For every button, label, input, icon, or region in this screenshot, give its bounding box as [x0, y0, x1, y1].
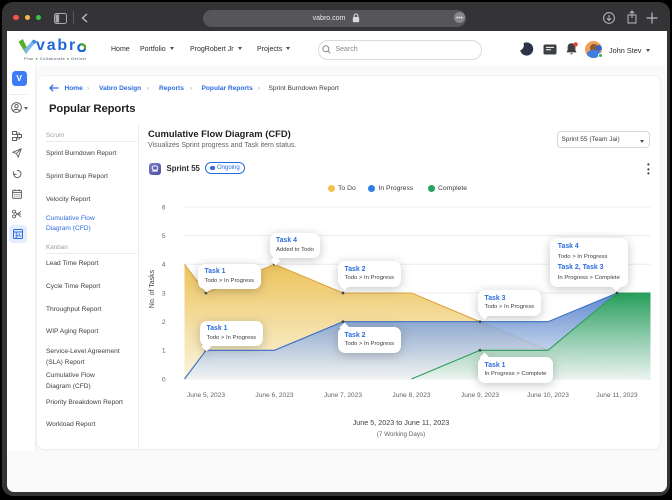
- svg-text:3: 3: [162, 290, 166, 297]
- svg-text:June 6, 2023: June 6, 2023: [255, 392, 293, 399]
- svg-text:June 5, 2023: June 5, 2023: [187, 392, 225, 399]
- svg-text:(7 Working Days): (7 Working Days): [377, 431, 426, 438]
- svg-text:June 7, 2023: June 7, 2023: [324, 392, 362, 399]
- svg-text:0: 0: [162, 376, 166, 383]
- svg-text:No. of Tasks: No. of Tasks: [149, 269, 156, 308]
- svg-text:June 10, 2023: June 10, 2023: [527, 392, 569, 399]
- svg-text:2: 2: [162, 319, 166, 326]
- svg-text:1: 1: [162, 348, 166, 355]
- svg-text:6: 6: [162, 204, 166, 211]
- svg-text:June 8, 2023: June 8, 2023: [392, 392, 430, 399]
- svg-text:4: 4: [162, 262, 166, 269]
- svg-text:5: 5: [162, 233, 166, 240]
- svg-text:June 11, 2023: June 11, 2023: [596, 392, 638, 399]
- svg-text:June 9, 2023: June 9, 2023: [461, 392, 499, 399]
- svg-text:June 5, 2023 to June 11, 2023: June 5, 2023 to June 11, 2023: [353, 418, 450, 427]
